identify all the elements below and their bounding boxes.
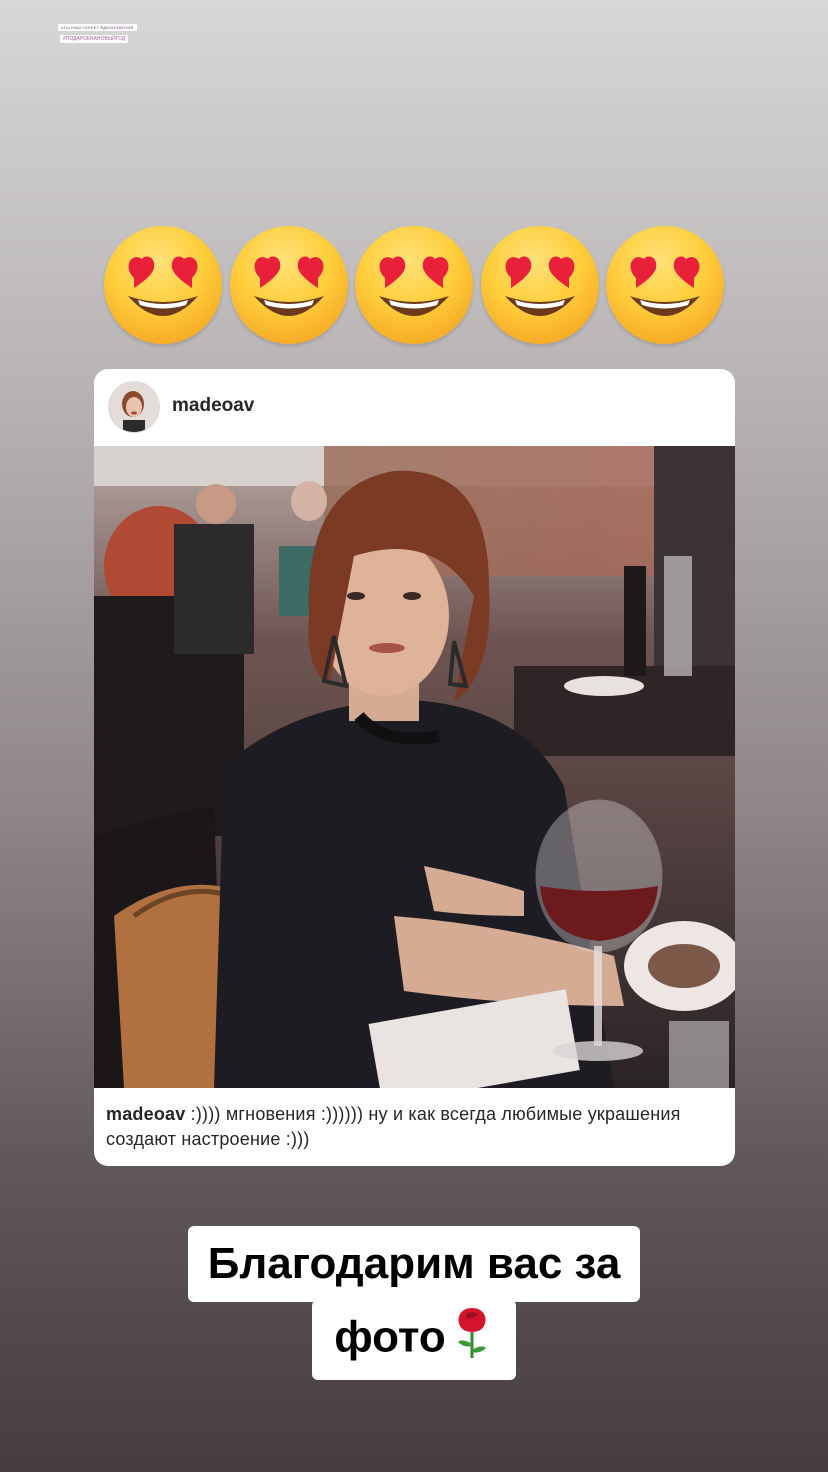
caption-username[interactable]: madeoav bbox=[106, 1104, 185, 1124]
banner-text-2: фото bbox=[334, 1312, 446, 1362]
banner-text-1: Благодарим вас за bbox=[187, 1226, 641, 1302]
post-username[interactable]: madeoav bbox=[172, 395, 254, 417]
hashtag-sticker[interactable]: #ПОДАРОКНАНОВЫЙГОД bbox=[60, 35, 129, 43]
emoji-row bbox=[104, 226, 724, 344]
heart-eyes-emoji bbox=[355, 226, 473, 344]
heart-eyes-emoji bbox=[480, 226, 599, 344]
heart-eyes-emoji bbox=[229, 226, 348, 344]
avatar[interactable] bbox=[108, 381, 160, 433]
shared-post-card[interactable]: madeoav madeoav:)))) мгновения:)))))) … bbox=[94, 369, 735, 1166]
post-caption: madeoav :)))) мгновения :)))))) ну и как… bbox=[106, 1102, 721, 1152]
post-photo bbox=[94, 446, 735, 1088]
thanks-banner-line-2: фото bbox=[0, 1300, 828, 1380]
heart-eyes-emoji bbox=[104, 226, 222, 344]
caption-text: :)))) мгновения :)))))) ну и как всегда … bbox=[106, 1104, 681, 1149]
post-header: madeoav bbox=[94, 369, 735, 445]
rose-emoji bbox=[450, 1304, 494, 1376]
banner-text-2-wrap: фото bbox=[312, 1300, 516, 1380]
mention-sticker[interactable]: #ТЫ НАШ СЕКРЕТ ВДОХНОВЕНИЯ bbox=[58, 24, 137, 31]
heart-eyes-emoji bbox=[606, 226, 724, 344]
thanks-banner-line-1: Благодарим вас за bbox=[0, 1226, 828, 1302]
